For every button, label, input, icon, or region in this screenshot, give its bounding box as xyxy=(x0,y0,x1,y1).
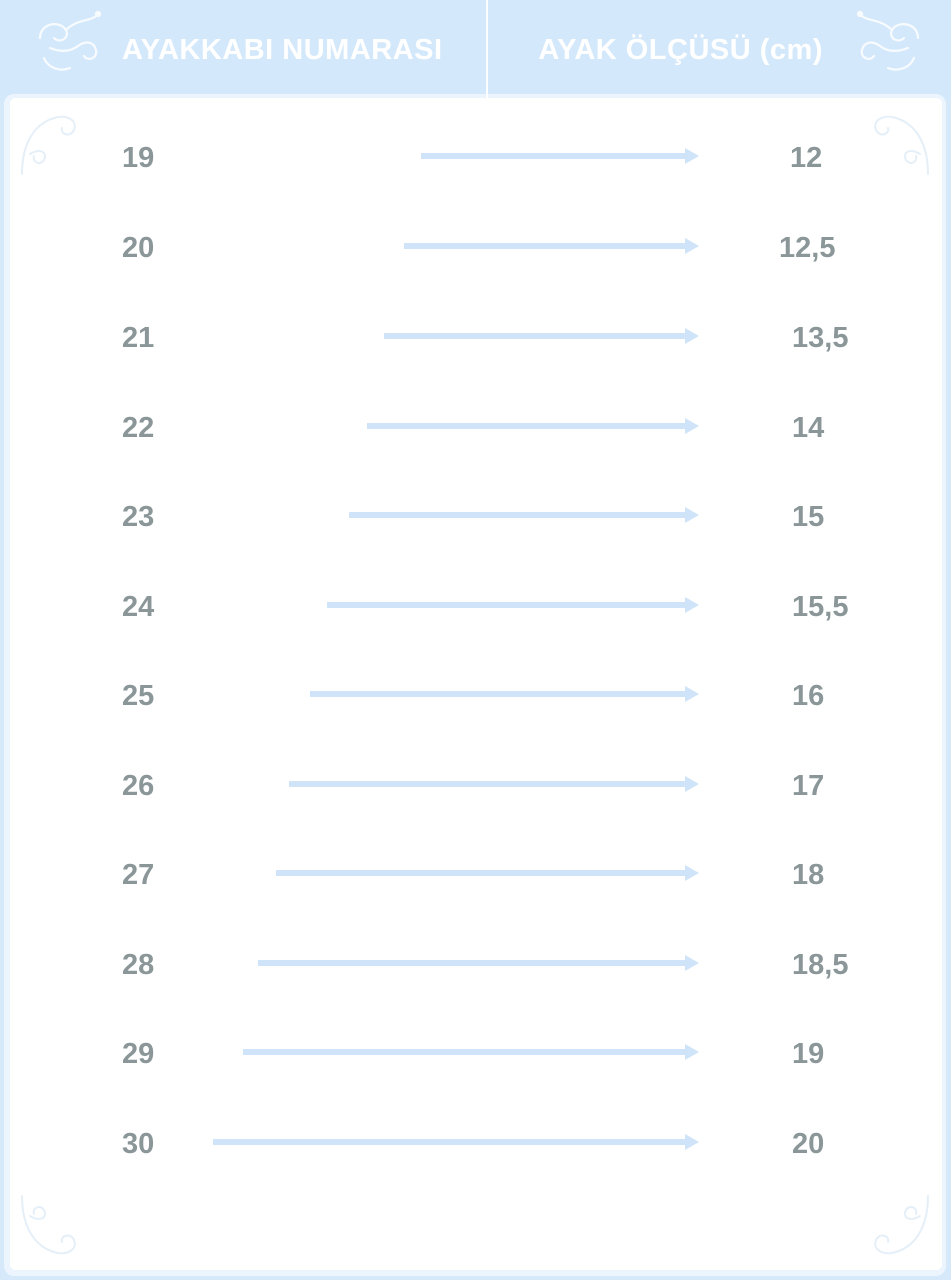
arrow-right-icon xyxy=(213,1134,699,1150)
arrow-right-icon xyxy=(349,507,699,523)
header-bar: AYAKKABI NUMARASI AYAK ÖLÇÜSÜ (cm) xyxy=(0,0,951,100)
size-row: 29 19 xyxy=(0,1034,951,1074)
size-row: 28 18,5 xyxy=(0,945,951,985)
arrow-right-icon xyxy=(276,865,699,881)
swirl-ornament-icon xyxy=(856,10,920,71)
foot-length-value: 13,5 xyxy=(792,322,849,354)
arrow-right-icon xyxy=(289,776,699,792)
shoe-size-value: 19 xyxy=(122,142,155,174)
shoe-size-value: 25 xyxy=(122,680,155,712)
arrow-right-icon xyxy=(327,597,699,613)
shoe-size-value: 26 xyxy=(122,770,155,802)
foot-length-value: 15 xyxy=(792,501,825,533)
foot-length-value: 20 xyxy=(792,1128,825,1160)
foot-length-value: 18 xyxy=(792,859,825,891)
size-row: 25 16 xyxy=(0,676,951,716)
shoe-size-value: 24 xyxy=(122,591,155,623)
shoe-size-value: 21 xyxy=(122,322,155,354)
shoe-size-value: 22 xyxy=(122,412,155,444)
size-row: 22 14 xyxy=(0,408,951,448)
shoe-size-value: 27 xyxy=(122,859,155,891)
foot-length-column-header: AYAK ÖLÇÜSÜ (cm) xyxy=(538,34,823,66)
swirl-ornament-icon xyxy=(38,10,102,71)
size-row: 21 13,5 xyxy=(0,318,951,358)
swirl-ornament-icon xyxy=(21,1195,76,1255)
arrow-right-icon xyxy=(421,148,699,164)
size-row: 26 17 xyxy=(0,766,951,806)
arrow-right-icon xyxy=(258,955,699,971)
foot-length-value: 12,5 xyxy=(779,232,836,264)
arrow-right-icon xyxy=(404,238,699,254)
foot-length-value: 18,5 xyxy=(792,949,849,981)
shoe-size-value: 29 xyxy=(122,1038,155,1070)
arrow-right-icon xyxy=(243,1044,699,1060)
arrow-right-icon xyxy=(367,418,699,434)
shoe-size-value: 30 xyxy=(122,1128,155,1160)
size-row: 30 20 xyxy=(0,1124,951,1164)
foot-length-value: 12 xyxy=(790,142,823,174)
size-row: 24 15,5 xyxy=(0,587,951,627)
size-row: 19 12 xyxy=(0,138,951,178)
shoe-size-column-header: AYAKKABI NUMARASI xyxy=(122,34,443,66)
swirl-ornament-icon xyxy=(874,1195,929,1255)
foot-length-value: 15,5 xyxy=(792,591,849,623)
size-row: 27 18 xyxy=(0,855,951,895)
shoe-size-value: 23 xyxy=(122,501,155,533)
size-row: 20 12,5 xyxy=(0,228,951,268)
foot-length-value: 17 xyxy=(792,770,825,802)
foot-length-value: 16 xyxy=(792,680,825,712)
header-divider xyxy=(486,0,488,98)
foot-length-value: 19 xyxy=(792,1038,825,1070)
foot-length-value: 14 xyxy=(792,412,825,444)
shoe-size-value: 28 xyxy=(122,949,155,981)
size-row: 23 15 xyxy=(0,497,951,537)
arrow-right-icon xyxy=(384,328,699,344)
shoe-size-value: 20 xyxy=(122,232,155,264)
arrow-right-icon xyxy=(310,686,699,702)
